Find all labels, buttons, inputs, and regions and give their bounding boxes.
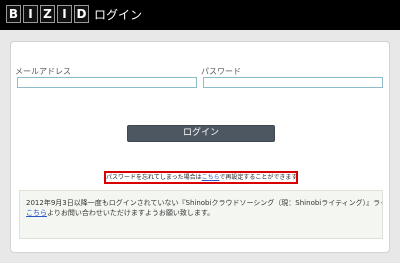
login-button[interactable]: ログイン	[127, 125, 275, 142]
forgot-password-message: パスワードを忘れてしまった場合はこちらで再設定することができます	[104, 171, 298, 184]
password-field[interactable]	[203, 77, 383, 88]
page-title: ログイン	[94, 8, 143, 22]
logo-letter: Z	[40, 5, 55, 23]
notice-link[interactable]: こちら	[26, 209, 47, 217]
logo-letter: B	[6, 5, 21, 23]
logo-letter: I	[57, 5, 72, 23]
bizid-logo[interactable]: B I Z I D	[6, 5, 89, 23]
forgot-password-suffix: で再設定することができます	[219, 174, 298, 181]
notice-box: 2012年9月3日以降一度もログインされていない『Shinobiクラウドソーシン…	[19, 190, 383, 239]
top-bar: B I Z I D ログイン	[0, 0, 400, 30]
password-label: パスワード	[201, 67, 241, 76]
logo-letter: D	[74, 5, 89, 23]
notice-line-1: 2012年9月3日以降一度もログインされていない『Shinobiクラウドソーシン…	[26, 199, 382, 207]
notice-line-2: こちらよりお問い合わせいただけますようお願い致します。	[26, 208, 376, 218]
login-panel: メールアドレス パスワード ログイン パスワードを忘れてしまった場合はこちらで再…	[10, 41, 390, 253]
forgot-password-link[interactable]: こちら	[202, 174, 220, 181]
forgot-password-prefix: パスワードを忘れてしまった場合は	[106, 174, 202, 181]
email-label: メールアドレス	[15, 67, 71, 76]
notice-line-2-text: よりお問い合わせいただけますようお願い致します。	[47, 209, 215, 217]
logo-letter: I	[23, 5, 38, 23]
email-field[interactable]	[17, 77, 197, 88]
